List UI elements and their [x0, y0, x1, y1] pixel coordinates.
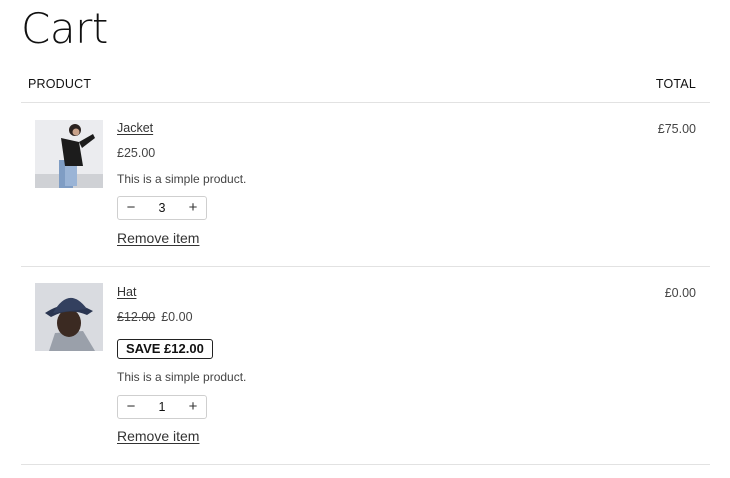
decrease-quantity-button[interactable]: − — [118, 197, 144, 219]
quantity-stepper: − 1 + — [117, 395, 207, 419]
quantity-input[interactable]: 1 — [144, 400, 180, 414]
product-column-header: PRODUCT — [28, 77, 92, 91]
item-divider — [21, 266, 710, 267]
hat-product-image[interactable] — [35, 283, 103, 351]
product-description: This is a simple product. — [117, 172, 247, 186]
line-total: £75.00 — [657, 122, 696, 136]
quantity-stepper: − 3 + — [117, 196, 207, 220]
product-price: £25.00 — [117, 146, 155, 160]
product-name-link[interactable]: Jacket — [117, 121, 153, 135]
product-price: £12.00 £0.00 — [117, 310, 193, 324]
sale-price: £0.00 — [161, 310, 193, 324]
item-divider — [21, 464, 710, 465]
increase-quantity-button[interactable]: + — [180, 396, 206, 418]
product-name-link[interactable]: Hat — [117, 285, 136, 299]
jacket-product-image[interactable] — [35, 120, 103, 188]
total-column-header: TOTAL — [655, 77, 696, 91]
decrease-quantity-button[interactable]: − — [118, 396, 144, 418]
product-description: This is a simple product. — [117, 370, 247, 384]
remove-item-link[interactable]: Remove item — [117, 230, 199, 246]
original-price: £12.00 — [117, 310, 156, 324]
header-divider — [21, 102, 710, 103]
quantity-input[interactable]: 3 — [144, 201, 180, 215]
increase-quantity-button[interactable]: + — [180, 197, 206, 219]
jacket-photo-icon — [35, 120, 103, 188]
page-title: Cart — [21, 4, 108, 53]
remove-item-link[interactable]: Remove item — [117, 428, 199, 444]
hat-photo-icon — [35, 283, 103, 351]
line-total: £0.00 — [664, 286, 696, 300]
save-badge: SAVE £12.00 — [117, 339, 213, 359]
current-price: £25.00 — [117, 146, 156, 160]
